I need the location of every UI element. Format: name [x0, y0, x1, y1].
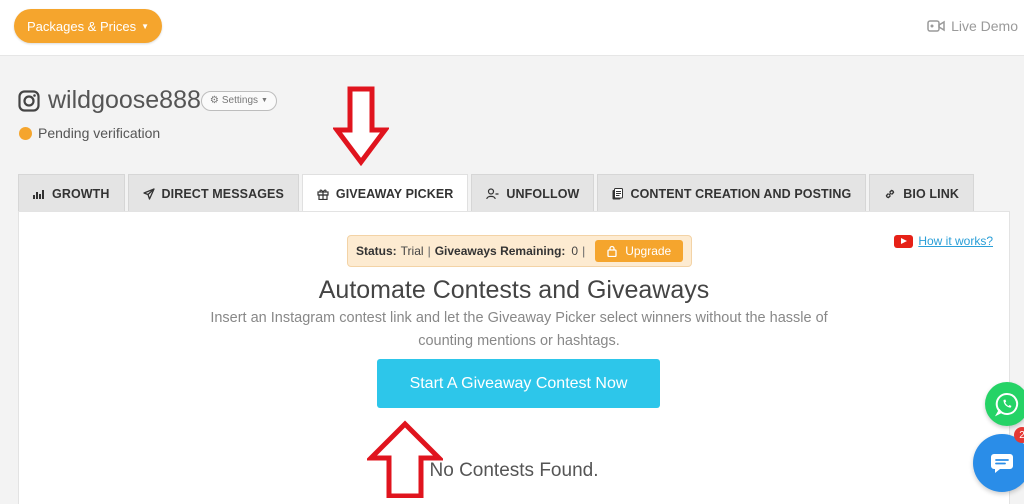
upgrade-label: Upgrade: [625, 244, 672, 258]
caret-down-icon: ▼: [261, 97, 268, 104]
tab-growth-label: GROWTH: [52, 186, 110, 201]
tab-unfollow[interactable]: UNFOLLOW: [471, 174, 595, 212]
user-minus-icon: [486, 187, 499, 200]
link-icon: [884, 188, 896, 200]
live-demo-link[interactable]: Live Demo: [927, 18, 1018, 34]
status-separator: |: [427, 244, 431, 258]
remaining-label: Giveaways Remaining:: [434, 244, 566, 258]
chat-bubble-icon: [991, 454, 1013, 473]
tab-growth[interactable]: GROWTH: [18, 174, 125, 212]
page-title: Automate Contests and Giveaways: [318, 276, 710, 304]
whatsapp-icon: [994, 392, 1019, 417]
tab-direct-messages[interactable]: DIRECT MESSAGES: [127, 174, 299, 212]
live-demo-label: Live Demo: [951, 18, 1018, 34]
settings-label: Settings: [221, 95, 259, 106]
page-description: Insert an Instagram contest link and let…: [210, 310, 828, 349]
account-header: wildgoose888 ⚙ Settings ▼: [18, 86, 277, 115]
chat-notification-badge: 2: [1014, 427, 1024, 443]
chat-button[interactable]: [973, 434, 1024, 492]
red-up-arrow-annotation: [367, 420, 443, 498]
bar-chart-icon: [33, 189, 45, 199]
status-label: Status:: [356, 244, 397, 258]
content-icon: [612, 187, 624, 200]
start-giveaway-button[interactable]: Start A Giveaway Contest Now: [377, 359, 660, 408]
verification-status: Pending verification: [19, 125, 160, 141]
empty-state-message: No Contests Found.: [429, 460, 599, 481]
packages-prices-button[interactable]: Packages & Prices ▼: [14, 9, 162, 43]
tab-content-creation-label: CONTENT CREATION AND POSTING: [630, 186, 852, 201]
tab-content-creation[interactable]: CONTENT CREATION AND POSTING: [597, 174, 867, 212]
status-value: Trial: [400, 244, 424, 258]
paper-plane-icon: [142, 187, 155, 200]
tab-bio-link-label: BIO LINK: [903, 186, 959, 201]
status-bar: Status: Trial | Giveaways Remaining: 0 |…: [347, 235, 692, 267]
caret-down-icon: ▼: [141, 21, 150, 31]
instagram-icon: [18, 89, 40, 112]
tab-bar: GROWTH DIRECT MESSAGES GIVEAWAY PICKER U…: [18, 174, 977, 213]
red-down-arrow-annotation: [333, 86, 389, 166]
tab-unfollow-label: UNFOLLOW: [506, 186, 580, 201]
giveaway-panel: Status: Trial | Giveaways Remaining: 0 |…: [18, 211, 1010, 504]
top-bar: Packages & Prices ▼ Live Demo: [0, 0, 1024, 56]
youtube-icon: [894, 234, 914, 248]
remaining-value: 0: [571, 244, 579, 258]
settings-button[interactable]: ⚙ Settings ▼: [200, 90, 277, 111]
status-separator: |: [582, 244, 586, 258]
tab-giveaway-picker[interactable]: GIVEAWAY PICKER: [301, 174, 469, 213]
gift-icon: [317, 188, 329, 200]
upgrade-button[interactable]: Upgrade: [595, 240, 684, 262]
status-dot: [19, 126, 32, 140]
verification-status-label: Pending verification: [38, 125, 161, 141]
whatsapp-button[interactable]: [985, 382, 1024, 426]
account-username: wildgoose888: [48, 86, 201, 114]
packages-prices-label: Packages & Prices: [26, 18, 137, 34]
tab-giveaway-picker-label: GIVEAWAY PICKER: [335, 187, 454, 201]
how-it-works-link[interactable]: How it works?: [894, 234, 993, 248]
how-it-works-label: How it works?: [918, 234, 993, 248]
tab-bio-link[interactable]: BIO LINK: [869, 174, 974, 212]
start-giveaway-label: Start A Giveaway Contest Now: [409, 374, 628, 392]
video-camera-icon: [927, 20, 945, 32]
lock-icon: [607, 245, 617, 257]
gear-icon: ⚙: [209, 95, 219, 106]
tab-direct-messages-label: DIRECT MESSAGES: [161, 186, 284, 201]
